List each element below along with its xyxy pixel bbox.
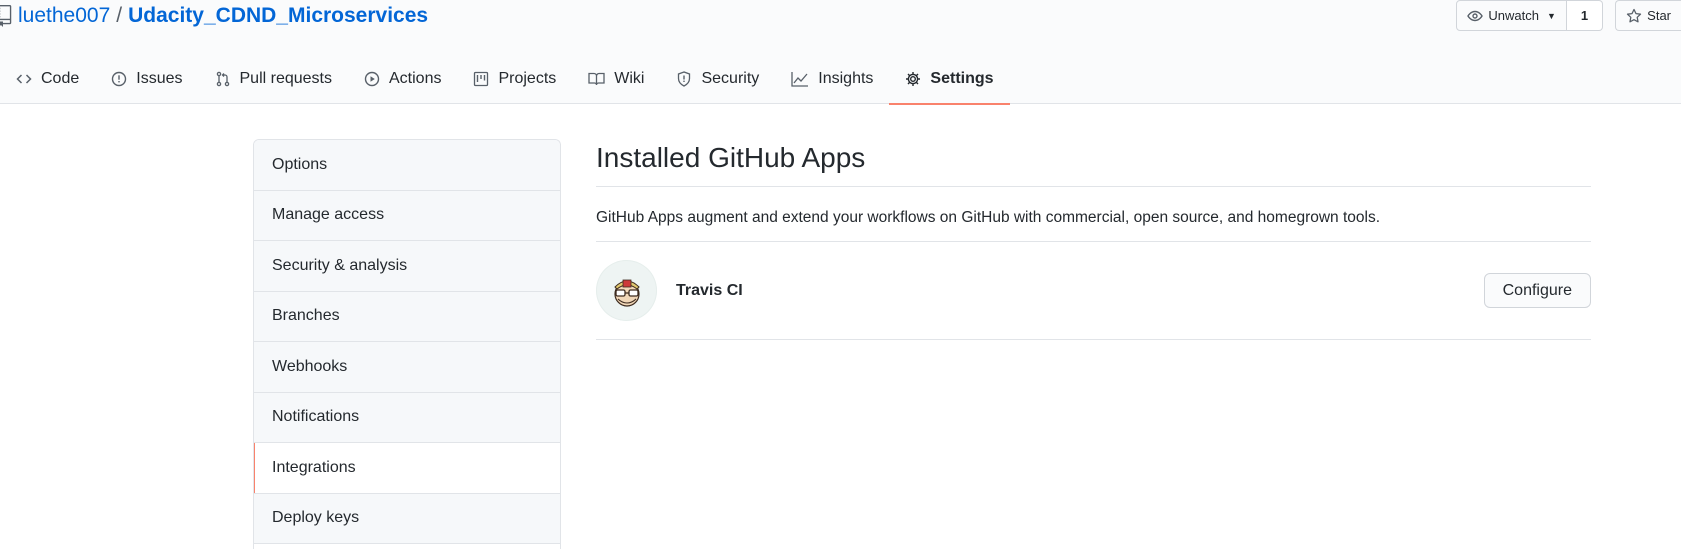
repo-header: luethe007 / Udacity_CDND_Microservices U… [0,0,1681,105]
main-content: Installed GitHub Apps GitHub Apps augmen… [596,139,1591,340]
tab-label: Issues [136,69,183,87]
tab-label: Code [41,69,80,87]
star-icon [1627,8,1642,22]
issue-icon [112,71,127,86]
tab-pull-requests[interactable]: Pull requests [199,53,349,104]
gear-icon [906,71,921,86]
watchers-count[interactable]: 1 [1566,0,1604,31]
app-avatar [596,260,657,321]
installed-app-row: Travis CI Configure [596,242,1591,340]
app-name: Travis CI [676,281,743,299]
menu-item-notifications[interactable]: Notifications [254,392,560,443]
travis-ci-logo [613,279,640,307]
graph-icon [791,71,809,87]
tab-label: Security [701,69,760,87]
menu-item-deploy-keys[interactable]: Deploy keys [254,493,560,544]
tab-wiki[interactable]: Wiki [572,53,660,104]
star-label: Star [1647,8,1671,23]
repo-name-link[interactable]: Udacity_CDND_Microservices [128,4,428,28]
project-icon [474,71,489,86]
chevron-down-icon: ▼ [1547,10,1556,21]
page-title: Installed GitHub Apps [596,139,1591,187]
menu-item-manage-access[interactable]: Manage access [254,190,560,241]
repo-actions: Unwatch ▼ 1 Star [1456,0,1681,31]
book-icon [588,72,605,85]
code-icon [16,73,32,84]
menu-item-options[interactable]: Options [254,140,560,191]
configure-button[interactable]: Configure [1483,273,1591,308]
settings-sidebar-menu: Options Manage access Security & analysi… [253,139,561,549]
repo-nav-tabs: Code Issues Pull requests Actions Projec… [0,53,1010,105]
menu-item-branches[interactable]: Branches [254,291,560,342]
play-icon [364,71,380,86]
tab-label: Projects [498,69,557,87]
repo-title: luethe007 / Udacity_CDND_Microservices [0,2,428,30]
tab-label: Actions [389,69,442,87]
shield-icon [678,70,691,87]
tab-issues[interactable]: Issues [95,53,198,104]
menu-item-webhooks[interactable]: Webhooks [254,342,560,393]
tab-settings[interactable]: Settings [889,53,1010,105]
unwatch-label: Unwatch [1488,8,1539,23]
tab-label: Pull requests [239,69,333,87]
page-description: GitHub Apps augment and extend your work… [596,187,1591,242]
unwatch-button[interactable]: Unwatch ▼ [1456,0,1567,31]
pull-request-icon [216,71,229,86]
tab-label: Settings [930,69,994,87]
repo-separator: / [116,4,123,27]
tab-code[interactable]: Code [0,53,95,104]
repo-icon [0,5,12,27]
tab-label: Insights [818,69,874,87]
menu-item-integrations[interactable]: Integrations [254,443,560,494]
star-button[interactable]: Star [1615,0,1681,31]
menu-item-security-analysis[interactable]: Security & analysis [254,241,560,292]
repo-owner-link[interactable]: luethe007 [18,4,110,28]
eye-icon [1467,10,1484,21]
tab-actions[interactable]: Actions [348,53,457,104]
tab-insights[interactable]: Insights [775,53,889,104]
tab-security[interactable]: Security [660,53,775,104]
tab-projects[interactable]: Projects [457,53,572,104]
tab-label: Wiki [614,69,645,87]
